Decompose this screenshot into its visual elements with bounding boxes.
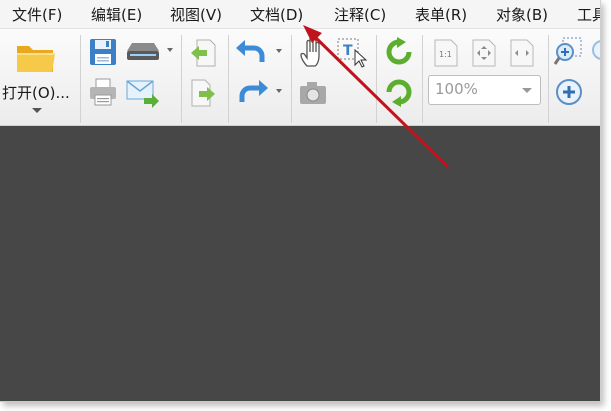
snapshot-button[interactable] [296,77,330,109]
document-workspace[interactable] [0,126,600,401]
separator [291,35,292,123]
zoom-combo[interactable]: 100% [428,75,541,105]
select-text-icon: T [337,38,368,68]
extract-page-button[interactable] [188,77,218,109]
select-text-button[interactable]: T [334,35,370,69]
rotate-clockwise-button[interactable] [382,35,416,69]
menu-bar: 文件(F) 编辑(E) 视图(V) 文档(D) 注释(C) 表单(R) 对象(B… [0,0,600,29]
scanner-icon [127,43,159,60]
toolbar: 打开(O)... T 1:1 100% [0,29,600,126]
print-button[interactable] [86,75,120,109]
page-import-icon [191,39,216,67]
scan-button[interactable] [124,37,162,67]
separator [181,35,182,123]
separator [422,35,423,123]
zoom-in-button[interactable] [552,75,586,109]
marquee-zoom-icon [553,37,582,65]
redo-arrow-icon [239,80,268,102]
email-button[interactable] [124,75,162,109]
fit-page-button[interactable] [468,37,500,69]
hand-tool-button[interactable] [296,35,330,71]
floppy-disk-icon [90,39,116,65]
zoom-in-icon [556,79,582,105]
menu-view[interactable]: 视图(V) [170,4,222,25]
fit-width-icon [510,39,534,67]
actual-size-button[interactable]: 1:1 [430,37,462,69]
hand-icon [300,36,320,67]
undo-button[interactable] [232,37,272,69]
open-button[interactable] [14,39,58,77]
menu-document[interactable]: 文档(D) [250,4,303,25]
open-dropdown-arrow[interactable] [32,108,42,113]
rotate-counterclockwise-icon [386,79,412,107]
menu-file[interactable]: 文件(F) [12,4,62,25]
page-export-icon [191,79,215,107]
scan-dropdown-arrow[interactable] [167,48,173,52]
separator [80,35,81,123]
camera-icon [300,82,326,104]
rotate-clockwise-icon [386,37,412,65]
menu-edit[interactable]: 编辑(E) [91,4,142,25]
insert-page-button[interactable] [188,37,218,69]
zoom-icon [592,40,600,60]
actual-size-icon: 1:1 [434,39,458,67]
menu-tools[interactable]: 工具 [577,4,600,25]
separator [376,35,377,123]
separator [228,35,229,123]
menu-form[interactable]: 表单(R) [415,4,467,25]
fit-page-icon [472,39,496,67]
svg-text:1:1: 1:1 [439,50,452,59]
redo-button[interactable] [232,77,272,109]
app-window: 文件(F) 编辑(E) 视图(V) 文档(D) 注释(C) 表单(R) 对象(B… [0,0,601,402]
svg-text:T: T [343,43,353,59]
redo-dropdown-arrow[interactable] [276,89,282,93]
separator [548,35,549,123]
undo-dropdown-arrow[interactable] [276,49,282,53]
rotate-counterclockwise-button[interactable] [382,75,416,109]
open-button-label[interactable]: 打开(O)... [2,82,70,103]
zoom-tool-button[interactable] [588,35,600,69]
fit-width-button[interactable] [506,37,538,69]
menu-comment[interactable]: 注释(C) [334,4,386,25]
envelope-arrow-icon [126,80,159,108]
folder-icon [17,46,55,72]
zoom-value[interactable]: 100% [435,80,478,98]
printer-icon [90,78,116,106]
undo-arrow-icon [236,40,265,62]
menu-object[interactable]: 对象(B) [496,4,548,25]
marquee-zoom-button[interactable] [552,35,586,69]
save-button[interactable] [86,35,120,69]
zoom-dropdown-arrow[interactable] [522,88,532,93]
